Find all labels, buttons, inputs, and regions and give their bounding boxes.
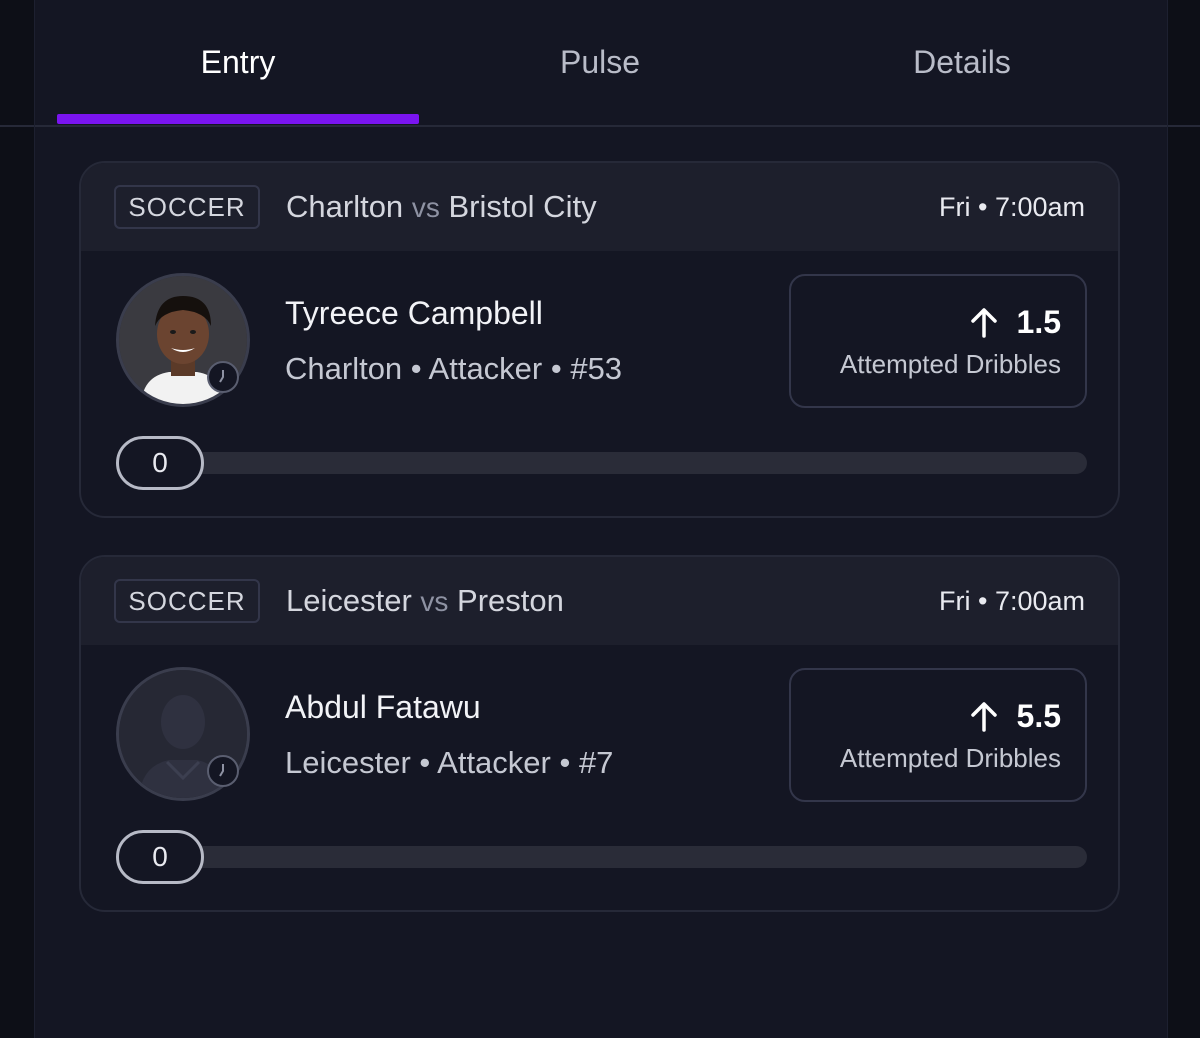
tab-divider xyxy=(35,125,1167,127)
pick-line-box[interactable]: 1.5 Attempted Dribbles xyxy=(789,274,1087,408)
progress-bar xyxy=(143,846,1087,868)
pick-line: 1.5 xyxy=(969,300,1061,344)
sport-badge: SOCCER xyxy=(114,579,260,623)
clock-icon xyxy=(207,361,239,393)
progress-value: 0 xyxy=(116,436,204,490)
player-name: Tyreece Campbell xyxy=(285,295,543,331)
away-team: Preston xyxy=(457,583,564,618)
progress-value: 0 xyxy=(116,830,204,884)
game-time: Fri • 7:00am xyxy=(939,192,1085,222)
card-header: SOCCER Charlton vs Bristol City Fri • 7:… xyxy=(81,163,1118,251)
arrow-up-icon xyxy=(970,702,997,732)
tab-pulse[interactable]: Pulse xyxy=(419,30,781,94)
pick-value: 1.5 xyxy=(1016,303,1061,340)
pick-value: 5.5 xyxy=(1016,697,1061,734)
tab-details[interactable]: Details xyxy=(781,30,1143,94)
divider xyxy=(1166,125,1200,127)
pick-line-box[interactable]: 5.5 Attempted Dribbles xyxy=(789,668,1087,802)
player-avatar xyxy=(116,667,250,801)
player-info: Leicester • Attacker • #7 xyxy=(285,745,614,780)
vs-label: vs xyxy=(420,586,449,617)
pick-stat: Attempted Dribbles xyxy=(839,743,1061,773)
sport-badge: SOCCER xyxy=(114,185,260,229)
home-team: Leicester xyxy=(286,583,412,618)
away-team: Bristol City xyxy=(448,189,597,224)
pick-card[interactable]: SOCCER Leicester vs Preston Fri • 7:00am… xyxy=(79,555,1120,912)
active-tab-indicator xyxy=(57,114,419,124)
clock-icon xyxy=(207,755,239,787)
player-info: Charlton • Attacker • #53 xyxy=(285,351,623,386)
divider xyxy=(0,125,34,127)
pick-stat: Attempted Dribbles xyxy=(839,349,1061,379)
tab-entry[interactable]: Entry xyxy=(57,30,419,94)
arrow-up-icon xyxy=(970,308,997,338)
card-header: SOCCER Leicester vs Preston Fri • 7:00am xyxy=(81,557,1118,645)
player-name: Abdul Fatawu xyxy=(285,689,481,725)
tab-bar: Entry Pulse Details xyxy=(35,0,1167,127)
matchup: Leicester vs Preston xyxy=(286,577,564,626)
pick-card[interactable]: SOCCER Charlton vs Bristol City Fri • 7:… xyxy=(79,161,1120,518)
vs-label: vs xyxy=(411,192,440,223)
game-time: Fri • 7:00am xyxy=(939,586,1085,616)
player-avatar xyxy=(116,273,250,407)
matchup: Charlton vs Bristol City xyxy=(286,183,597,232)
progress-bar xyxy=(143,452,1087,474)
pick-line: 5.5 xyxy=(969,694,1061,738)
home-team: Charlton xyxy=(286,189,404,224)
